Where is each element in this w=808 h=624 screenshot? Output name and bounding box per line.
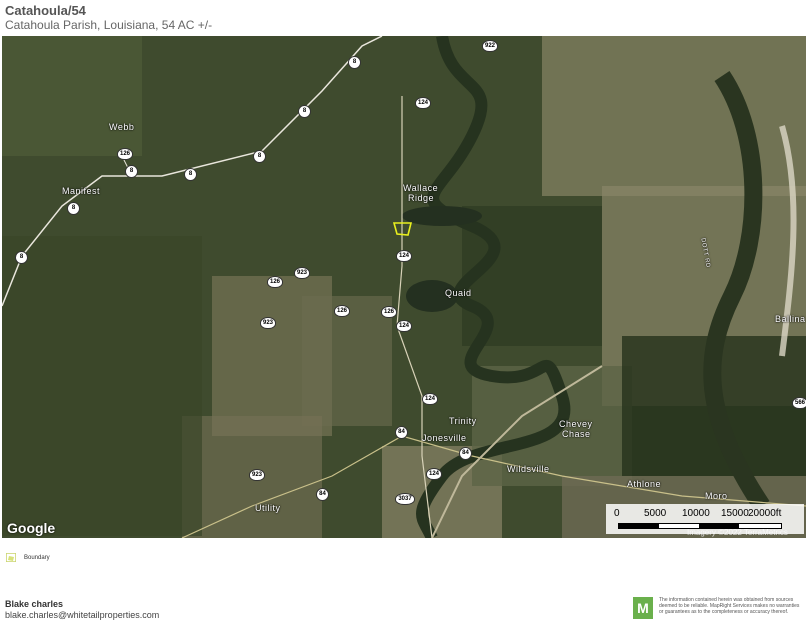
place-label-trinity: Trinity	[449, 416, 477, 426]
satellite-map[interactable]: Webb Manifest Wallace Ridge Quaid Trinit…	[2, 36, 806, 538]
map-title: Catahoula/54	[5, 3, 86, 18]
route-shield-3037: 3037	[395, 493, 415, 505]
route-shield-126: 126	[117, 148, 133, 160]
scale-label: 20000ft	[748, 508, 782, 519]
route-shield-923: 923	[294, 267, 310, 279]
route-shield-126: 126	[381, 306, 397, 318]
place-label-jonesville: Jonesville	[422, 433, 467, 443]
route-shield-8: 8	[15, 251, 28, 264]
disclaimer-text: The information contained herein was obt…	[659, 597, 800, 615]
route-shield-8: 8	[184, 168, 197, 181]
route-shield-922: 922	[482, 40, 498, 52]
route-shield-8: 8	[253, 150, 266, 163]
place-label-wildsville: Wildsville	[507, 464, 550, 474]
place-label-manifest: Manifest	[62, 186, 101, 196]
scale-label: 5000	[644, 508, 667, 519]
route-shield-566: 566	[792, 397, 806, 409]
place-label-webb: Webb	[109, 122, 135, 132]
google-logo: Google	[7, 520, 56, 536]
route-shield-84: 84	[459, 447, 472, 460]
route-shield-124: 124	[415, 97, 431, 109]
place-label-quaid: Quaid	[445, 288, 472, 298]
place-label-ridge: Ridge	[408, 193, 435, 203]
route-shield-124: 124	[396, 250, 412, 262]
place-label-moro: Moro	[705, 491, 728, 501]
route-shield-8: 8	[348, 56, 361, 69]
map-imagery	[2, 36, 806, 538]
route-shield-8: 8	[125, 165, 138, 178]
route-shield-84: 84	[395, 426, 408, 439]
scale-bar-graphic	[618, 523, 782, 529]
place-label-athlone: Athlone	[627, 479, 662, 489]
place-label-ballina: Ballina	[775, 314, 806, 324]
boundary-legend-icon	[6, 553, 16, 562]
place-label-wallace: Wallace	[403, 183, 439, 193]
place-label-utility: Utility	[255, 503, 281, 513]
mapright-logo: M	[633, 597, 653, 619]
route-shield-8: 8	[67, 202, 80, 215]
route-shield-124: 124	[426, 468, 442, 480]
route-shield-923: 923	[260, 317, 276, 329]
scale-label: 15000	[721, 508, 749, 519]
route-shield-84: 84	[316, 488, 329, 501]
route-shield-923: 923	[249, 469, 265, 481]
place-label-chase: Chase	[562, 429, 591, 439]
route-shield-8: 8	[298, 105, 311, 118]
scale-label: 10000	[682, 508, 710, 519]
scale-bar: 0 5000 10000 15000 20000ft	[606, 504, 804, 534]
legend-label-boundary: Boundary	[24, 555, 50, 561]
agent-email[interactable]: blake.charles@whitetailproperties.com	[5, 610, 159, 620]
scale-label: 0	[614, 508, 620, 519]
agent-name: Blake charles	[5, 599, 64, 609]
route-shield-124: 124	[396, 320, 412, 332]
map-subtitle: Catahoula Parish, Louisiana, 54 AC +/-	[5, 18, 213, 32]
route-shield-124: 124	[422, 393, 438, 405]
route-shield-126: 126	[334, 305, 350, 317]
route-shield-126: 126	[267, 276, 283, 288]
place-label-chevey: Chevey	[559, 419, 593, 429]
